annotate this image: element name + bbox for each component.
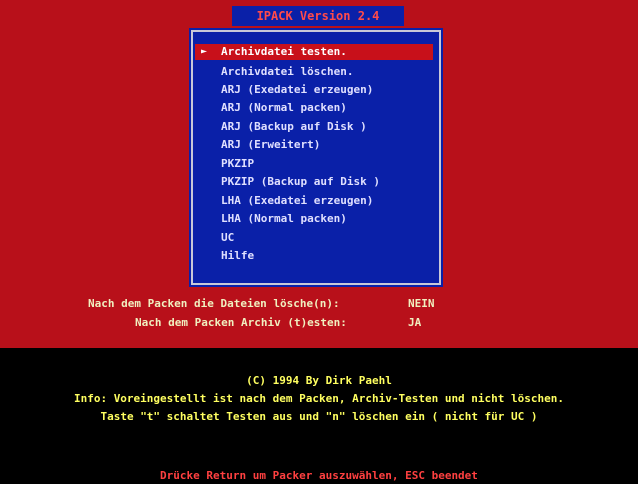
menu-item-arj-erweitert[interactable]: ARJ (Erweitert) (221, 137, 320, 153)
menu-item-pkzip-backup[interactable]: PKZIP (Backup auf Disk ) (221, 174, 380, 190)
menu-item-archiv-testen[interactable]: ► Archivdatei testen. (195, 44, 433, 60)
delete-option-value[interactable]: NEIN (408, 297, 435, 311)
menu-item-arj-backup[interactable]: ARJ (Backup auf Disk ) (221, 119, 367, 135)
packer-menu: ► Archivdatei testen. Archivdatei lösche… (189, 28, 443, 287)
test-option-label: Nach dem Packen Archiv (t)esten: (135, 316, 347, 329)
info-line-2: Taste "t" schaltet Testen aus und "n" lö… (100, 410, 538, 423)
menu-item-lha-exe[interactable]: LHA (Exedatei erzeugen) (221, 193, 373, 209)
menu-item-lha-normal[interactable]: LHA (Normal packen) (221, 211, 347, 227)
footer-hint: Drücke Return um Packer auszuwählen, ESC… (160, 469, 478, 482)
menu-item-hilfe[interactable]: Hilfe (221, 248, 254, 264)
menu-item-uc[interactable]: UC (221, 230, 234, 246)
selection-arrow-icon: ► (201, 46, 208, 57)
menu-item-archiv-loeschen[interactable]: Archivdatei löschen. (221, 64, 353, 80)
menu-item-label: Archivdatei testen. (221, 45, 347, 58)
delete-option-label: Nach dem Packen die Dateien lösche(n): (88, 297, 340, 310)
test-option-value[interactable]: JA (408, 316, 421, 330)
menu-item-arj-exe[interactable]: ARJ (Exedatei erzeugen) (221, 82, 373, 98)
menu-item-arj-normal[interactable]: ARJ (Normal packen) (221, 100, 347, 116)
copyright-text: (C) 1994 By Dirk Paehl (246, 374, 392, 387)
menu-item-pkzip[interactable]: PKZIP (221, 156, 254, 172)
window-title: IPACK Version 2.4 (232, 6, 404, 26)
info-line-1: Info: Voreingestellt ist nach dem Packen… (73, 392, 565, 405)
main-panel: IPACK Version 2.4 ► Archivdatei testen. … (0, 0, 638, 348)
